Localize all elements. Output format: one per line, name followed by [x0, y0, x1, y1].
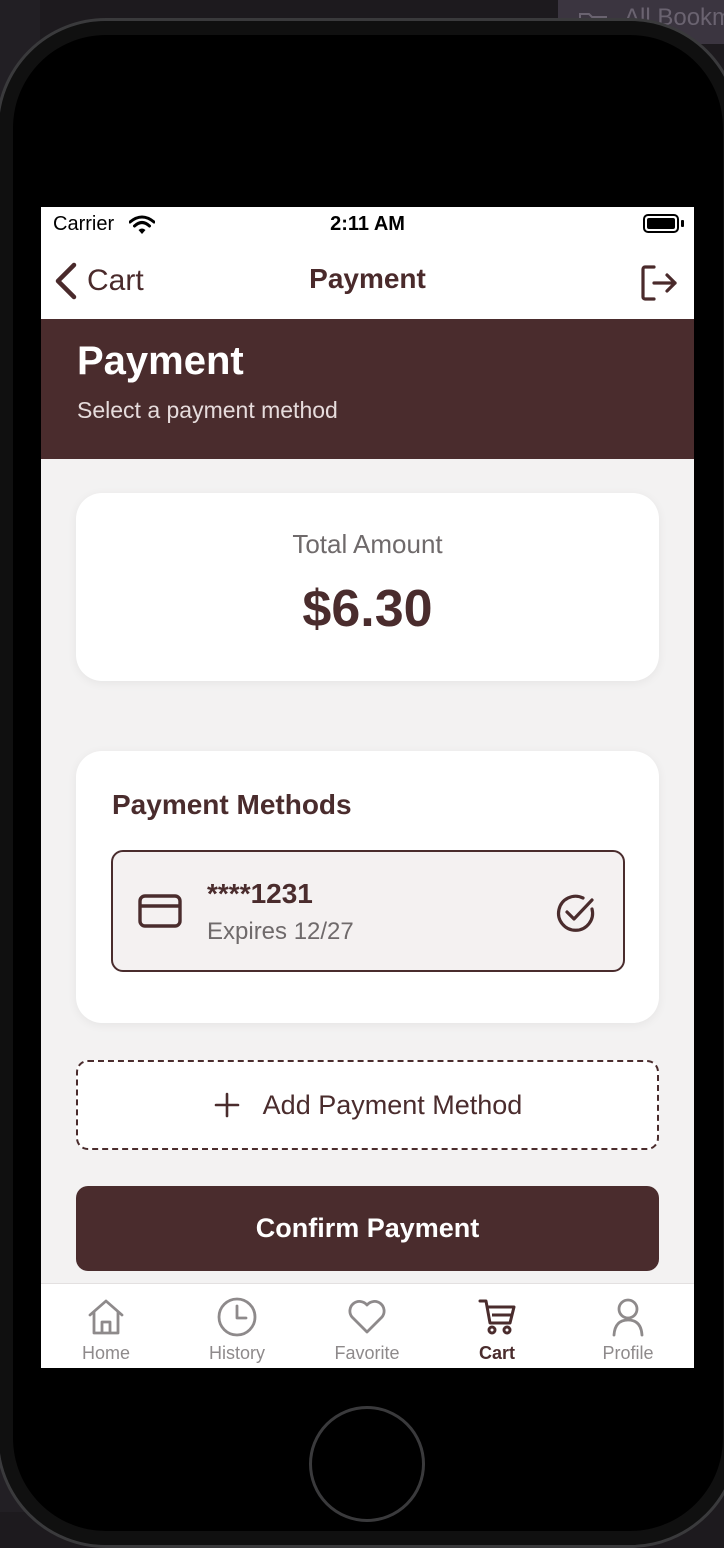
confirm-payment-button[interactable]: Confirm Payment — [76, 1186, 659, 1271]
tab-cart-label: Cart — [478, 1343, 515, 1363]
battery-icon — [643, 214, 679, 233]
tab-favorite[interactable]: Favorite — [302, 1284, 432, 1368]
card-expiry: Expires 12/27 — [207, 918, 354, 945]
page-title: Payment — [77, 339, 244, 383]
total-amount-label: Total Amount — [292, 529, 443, 559]
logout-icon[interactable] — [637, 261, 681, 305]
tab-favorite-label: Favorite — [334, 1343, 400, 1363]
total-amount-card: Total Amount $6.30 — [76, 493, 659, 681]
cart-icon — [478, 1299, 516, 1335]
page-subtitle: Select a payment method — [77, 397, 338, 423]
tab-history-label: History — [208, 1343, 265, 1363]
page-header: Payment Select a payment method — [41, 319, 694, 459]
tab-home[interactable]: Home — [41, 1284, 171, 1368]
nav-title: Payment — [309, 263, 426, 294]
add-payment-method-button[interactable]: Add Payment Method — [76, 1060, 659, 1150]
tab-profile-label: Profile — [602, 1343, 654, 1363]
home-icon — [88, 1299, 124, 1335]
status-time: 2:11 AM — [330, 213, 405, 235]
status-bar: Carrier 2:11 AM — [41, 207, 694, 243]
tab-home-label: Home — [81, 1343, 130, 1363]
check-circle-icon — [556, 894, 595, 932]
tab-history[interactable]: History — [172, 1284, 302, 1368]
home-hardware-button[interactable] — [309, 1406, 425, 1522]
tab-bar: Home History Favorite Cart Profile — [41, 1283, 694, 1368]
card-number: ****1231 — [207, 878, 313, 909]
battery-cap — [681, 220, 684, 227]
app-screen: Carrier 2:11 AM Cart Payment Payment Sel… — [41, 207, 694, 1368]
payment-methods-title: Payment Methods — [112, 789, 352, 820]
navigation-bar: Cart Payment — [41, 243, 694, 319]
credit-card-icon — [138, 894, 182, 928]
add-payment-method-label: Add Payment Method — [262, 1089, 523, 1120]
payment-method-item[interactable]: ****1231 Expires 12/27 — [111, 850, 625, 972]
heart-icon — [348, 1300, 386, 1334]
total-amount-value: $6.30 — [302, 580, 433, 638]
confirm-payment-label: Confirm Payment — [255, 1213, 480, 1243]
tab-cart[interactable]: Cart — [432, 1284, 562, 1368]
plus-icon — [214, 1092, 239, 1118]
payment-methods-card: Payment Methods ****1231 Expires 12/27 — [76, 751, 659, 1023]
clock-icon — [217, 1297, 257, 1337]
tab-profile[interactable]: Profile — [563, 1284, 693, 1368]
person-icon — [612, 1298, 644, 1337]
